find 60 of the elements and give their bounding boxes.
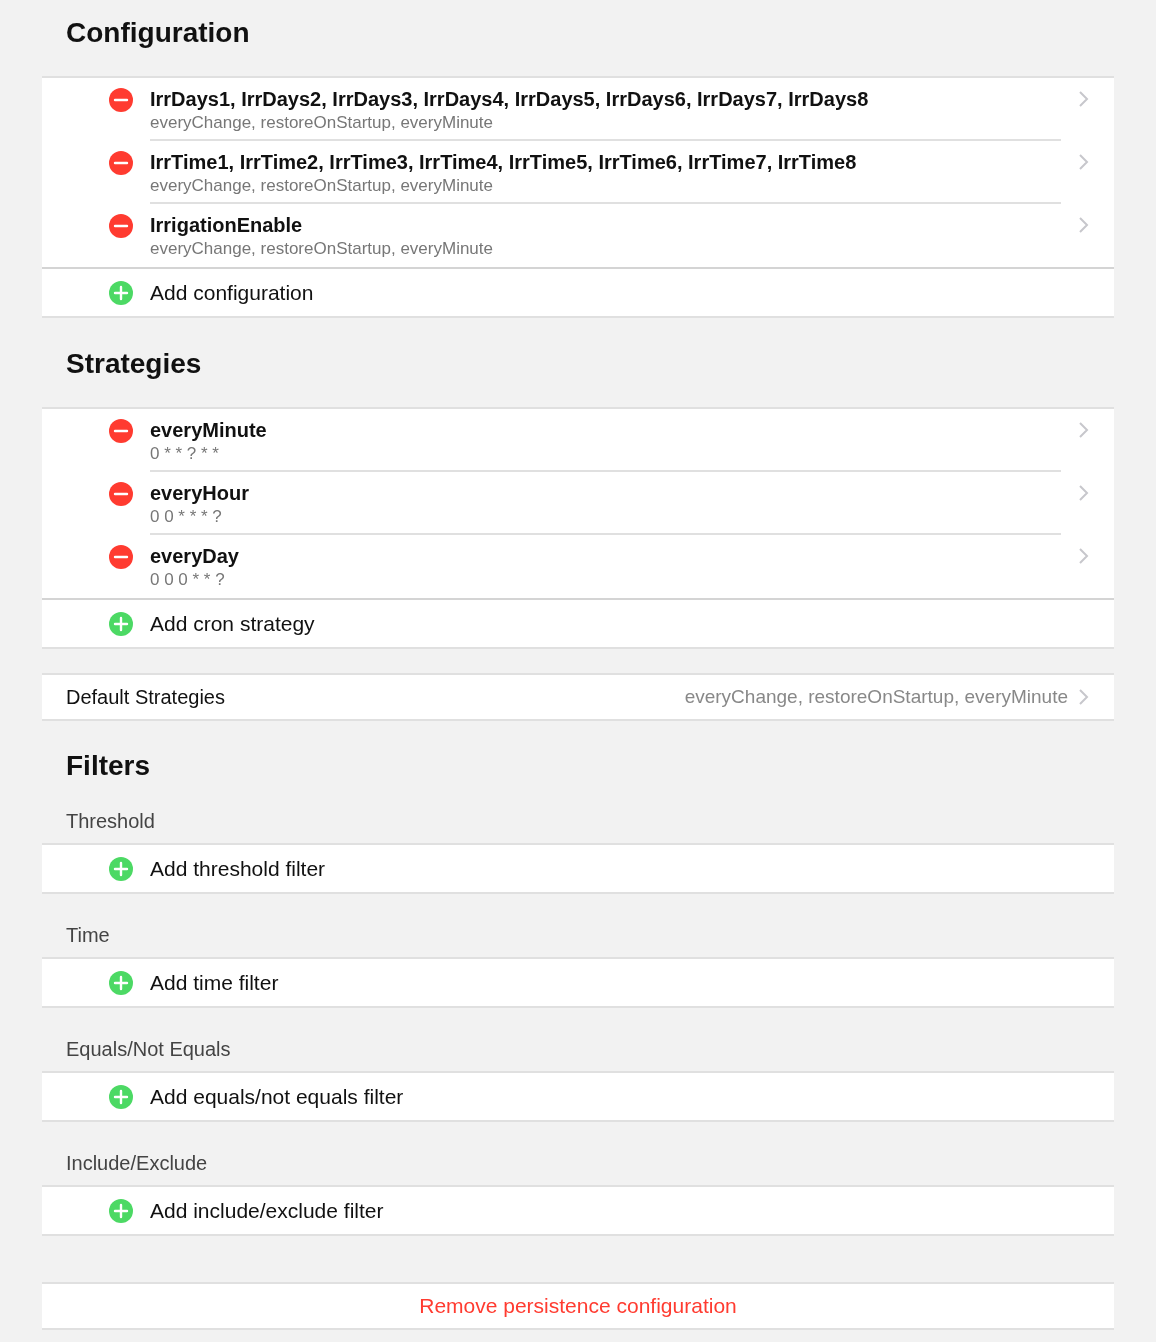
chevron-icon <box>1078 484 1090 502</box>
item-title: IrrigationEnable <box>150 213 304 238</box>
add-label: Add threshold filter <box>150 855 326 882</box>
chevron-icon <box>1078 90 1090 108</box>
section-heading: Filters <box>65 749 152 783</box>
section-heading: Strategies <box>65 347 203 381</box>
add-row[interactable]: Add time filter <box>42 959 1114 1006</box>
remove-icon[interactable] <box>109 151 133 175</box>
item-title: IrrDays1, IrrDays2, IrrDays3, IrrDays4, IrrDays5, IrrDays6, IrrDays7, IrrDays8 <box>150 87 870 112</box>
item-subtitle: 0 0 0 * * ? <box>150 569 226 591</box>
row-value: everyChange, restoreOnStartup, everyMinute <box>684 684 1068 709</box>
add-label: Add cron strategy <box>150 610 315 637</box>
chevron-icon <box>1078 688 1090 706</box>
add-label: Add include/exclude filter <box>150 1197 384 1224</box>
remove-icon[interactable] <box>109 214 133 238</box>
add-icon[interactable] <box>109 1084 133 1109</box>
list-item[interactable]: everyDay 0 0 0 * * ? <box>42 535 1114 598</box>
remove-icon[interactable] <box>109 482 133 506</box>
item-subtitle: everyChange, restoreOnStartup, everyMinute <box>150 238 494 260</box>
add-row[interactable]: Add cron strategy <box>42 600 1114 647</box>
add-label: Add configuration <box>150 279 314 306</box>
remove-icon[interactable] <box>109 419 133 443</box>
remove-configuration-button[interactable]: Remove persistence configuration <box>419 1290 737 1322</box>
add-icon[interactable] <box>109 1198 133 1223</box>
list-item[interactable]: IrrigationEnable everyChange, restoreOnStartup, everyMinute <box>42 204 1114 267</box>
item-subtitle: everyChange, restoreOnStartup, everyMinute <box>150 175 494 197</box>
item-title: everyDay <box>150 544 240 569</box>
row-label: Default Strategies <box>66 685 226 710</box>
item-title: IrrTime1, IrrTime2, IrrTime3, IrrTime4, IrrTime5, IrrTime6, IrrTime7, IrrTime8 <box>150 150 858 175</box>
chevron-icon <box>1078 547 1090 565</box>
add-icon[interactable] <box>109 856 133 881</box>
chevron-icon <box>1078 216 1090 234</box>
chevron-icon <box>1078 153 1090 171</box>
add-row[interactable]: Add include/exclude filter <box>42 1187 1114 1234</box>
section-heading: Configuration <box>65 16 251 50</box>
list-item[interactable]: everyMinute 0 * * ? * * <box>42 409 1114 472</box>
group-label: Include/Exclude <box>65 1151 209 1176</box>
group-label: Threshold <box>65 809 156 834</box>
item-subtitle: everyChange, restoreOnStartup, everyMinute <box>150 112 494 134</box>
default-strategies-row[interactable]: Default Strategies everyChange, restoreOnStartup, everyMinute <box>42 673 1114 721</box>
add-icon[interactable] <box>109 611 133 636</box>
item-subtitle: 0 * * ? * * <box>150 443 220 465</box>
add-row[interactable]: Add threshold filter <box>42 845 1114 892</box>
group-label: Equals/Not Equals <box>65 1037 232 1062</box>
group-label: Time <box>65 923 111 948</box>
add-row[interactable]: Add equals/not equals filter <box>42 1073 1114 1120</box>
add-label: Add time filter <box>150 969 279 996</box>
remove-icon[interactable] <box>109 88 133 112</box>
list-item[interactable]: IrrTime1, IrrTime2, IrrTime3, IrrTime4, IrrTime5, IrrTime6, IrrTime7, IrrTime8 everyChange, restoreOnStartup, everyMinute <box>42 141 1114 204</box>
add-label: Add equals/not equals filter <box>150 1083 404 1110</box>
add-icon[interactable] <box>109 970 133 995</box>
add-icon[interactable] <box>109 280 133 305</box>
remove-icon[interactable] <box>109 545 133 569</box>
item-subtitle: 0 0 * * * ? <box>150 506 223 528</box>
chevron-icon <box>1078 421 1090 439</box>
add-row[interactable]: Add configuration <box>42 269 1114 316</box>
list-item[interactable]: everyHour 0 0 * * * ? <box>42 472 1114 535</box>
item-title: everyHour <box>150 481 250 506</box>
item-title: everyMinute <box>150 418 268 443</box>
list-item[interactable]: IrrDays1, IrrDays2, IrrDays3, IrrDays4, IrrDays5, IrrDays6, IrrDays7, IrrDays8 everyChange, restoreOnStartup, everyMinute <box>42 78 1114 141</box>
